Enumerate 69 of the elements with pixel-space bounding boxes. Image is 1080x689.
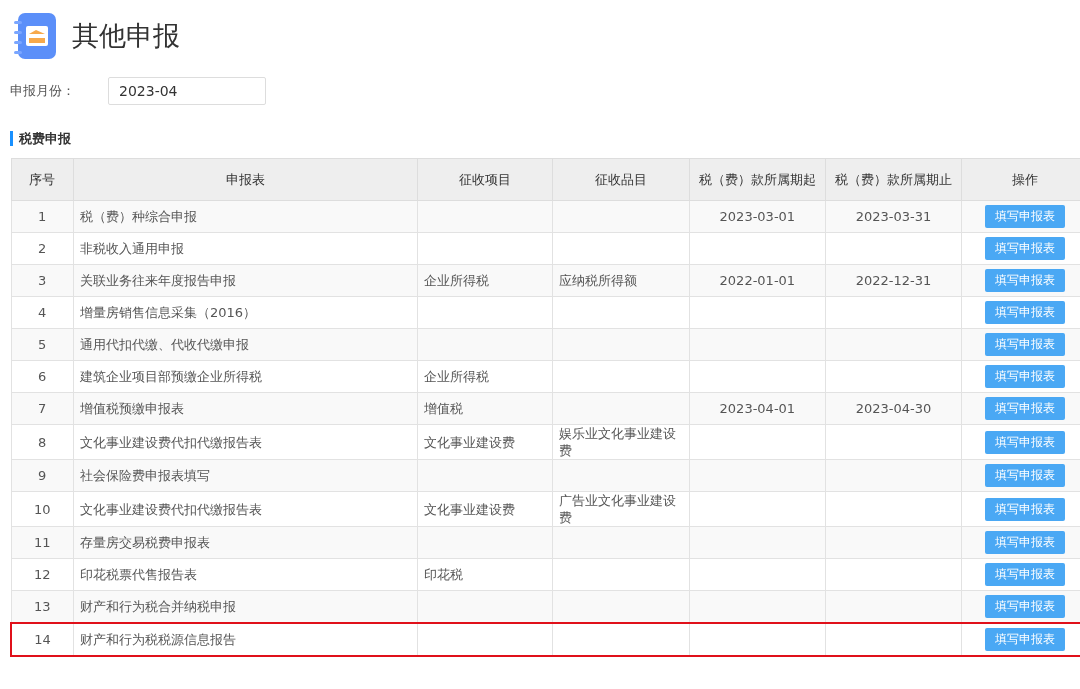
page-title: 其他申报 (72, 19, 180, 53)
row-number: 14 (34, 632, 51, 647)
section-title: 税费申报 (10, 131, 1080, 146)
fill-form-button[interactable]: 填写申报表 (985, 301, 1066, 324)
fill-form-button[interactable]: 填写申报表 (985, 333, 1066, 356)
table-cell: 文化事业建设费代扣代缴报告表 (80, 501, 262, 517)
table-cell: 财产和行为税合并纳税申报 (80, 599, 236, 614)
row-number: 9 (38, 468, 47, 483)
table-cell: 文化事业建设费 (423, 434, 515, 450)
fill-form-button[interactable]: 填写申报表 (985, 595, 1066, 618)
fill-form-button[interactable]: 填写申报表 (985, 237, 1066, 260)
notebook-icon (12, 11, 58, 61)
row-number: 11 (33, 535, 51, 550)
fill-form-button[interactable]: 填写申报表 (985, 497, 1066, 521)
table-cell: 企业所得税 (423, 273, 489, 288)
table-cell: 增量房销售信息采集（2016） (80, 305, 257, 320)
table-cell: 2023-04-01 (719, 401, 796, 416)
column-header: 税（费）款所属期起 (698, 171, 816, 187)
column-header: 征收品目 (594, 171, 647, 187)
fill-form-button[interactable]: 填写申报表 (985, 430, 1066, 454)
row-number: 1 (38, 209, 47, 224)
fill-form-button[interactable]: 填写申报表 (985, 628, 1066, 651)
table-cell: 增值税预缴申报表 (80, 401, 184, 416)
table-cell: 2022-01-01 (719, 273, 796, 288)
table-cell: 社会保险费申报表填写 (80, 468, 210, 483)
row-number: 13 (33, 599, 51, 614)
row-number: 2 (38, 241, 47, 256)
table-cell: 2023-03-01 (719, 209, 796, 224)
month-field[interactable]: 2023-04 (108, 77, 266, 105)
fill-form-button[interactable]: 填写申报表 (985, 464, 1066, 487)
table-cell: 广告业文化事业建设费 (558, 493, 676, 525)
column-header: 税（费）款所属期止 (834, 171, 952, 187)
table-cell: 文化事业建设费代扣代缴报告表 (80, 434, 262, 450)
table-cell: 税（费）种综合申报 (80, 209, 197, 224)
column-header: 征收项目 (458, 171, 511, 187)
row-number: 6 (38, 369, 47, 384)
row-number: 8 (38, 434, 47, 450)
column-header: 序号 (29, 171, 56, 187)
table-cell: 关联业务往来年度报告申报 (80, 273, 236, 288)
table-cell: 应纳税所得额 (558, 273, 637, 288)
row-number: 5 (38, 337, 47, 352)
row-number: 10 (33, 501, 51, 517)
table-cell: 文化事业建设费 (423, 501, 515, 517)
row-number: 3 (38, 273, 47, 288)
fill-form-button[interactable]: 填写申报表 (985, 563, 1066, 586)
table-cell: 通用代扣代缴、代收代缴申报 (80, 337, 249, 352)
table-cell: 建筑企业项目部预缴企业所得税 (80, 369, 262, 384)
fill-form-button[interactable]: 填写申报表 (985, 269, 1066, 292)
table-cell: 印花税 (423, 567, 463, 582)
row-number: 12 (33, 567, 51, 582)
table-cell: 2023-03-31 (855, 209, 932, 224)
table-cell: 2022-12-31 (855, 273, 932, 288)
fill-form-button[interactable]: 填写申报表 (985, 205, 1066, 228)
fill-form-button[interactable]: 填写申报表 (985, 531, 1066, 554)
table-cell: 财产和行为税税源信息报告 (80, 632, 236, 647)
row-number: 4 (38, 305, 47, 320)
table-cell: 2023-04-30 (855, 401, 932, 416)
fill-form-button[interactable]: 填写申报表 (985, 397, 1066, 420)
row-number: 7 (38, 401, 47, 416)
table-cell: 增值税 (423, 401, 463, 416)
table-cell: 存量房交易税费申报表 (80, 535, 210, 550)
column-header: 申报表 (225, 171, 265, 187)
table-cell: 非税收入通用申报 (80, 241, 184, 256)
field-label: 申报月份： (10, 82, 76, 100)
fill-form-button[interactable]: 填写申报表 (985, 365, 1066, 388)
column-header: 操作 (1012, 171, 1039, 187)
table-cell: 企业所得税 (423, 369, 489, 384)
table-cell: 娱乐业文化事业建设费 (558, 426, 676, 458)
table-cell: 印花税票代售报告表 (80, 567, 197, 582)
